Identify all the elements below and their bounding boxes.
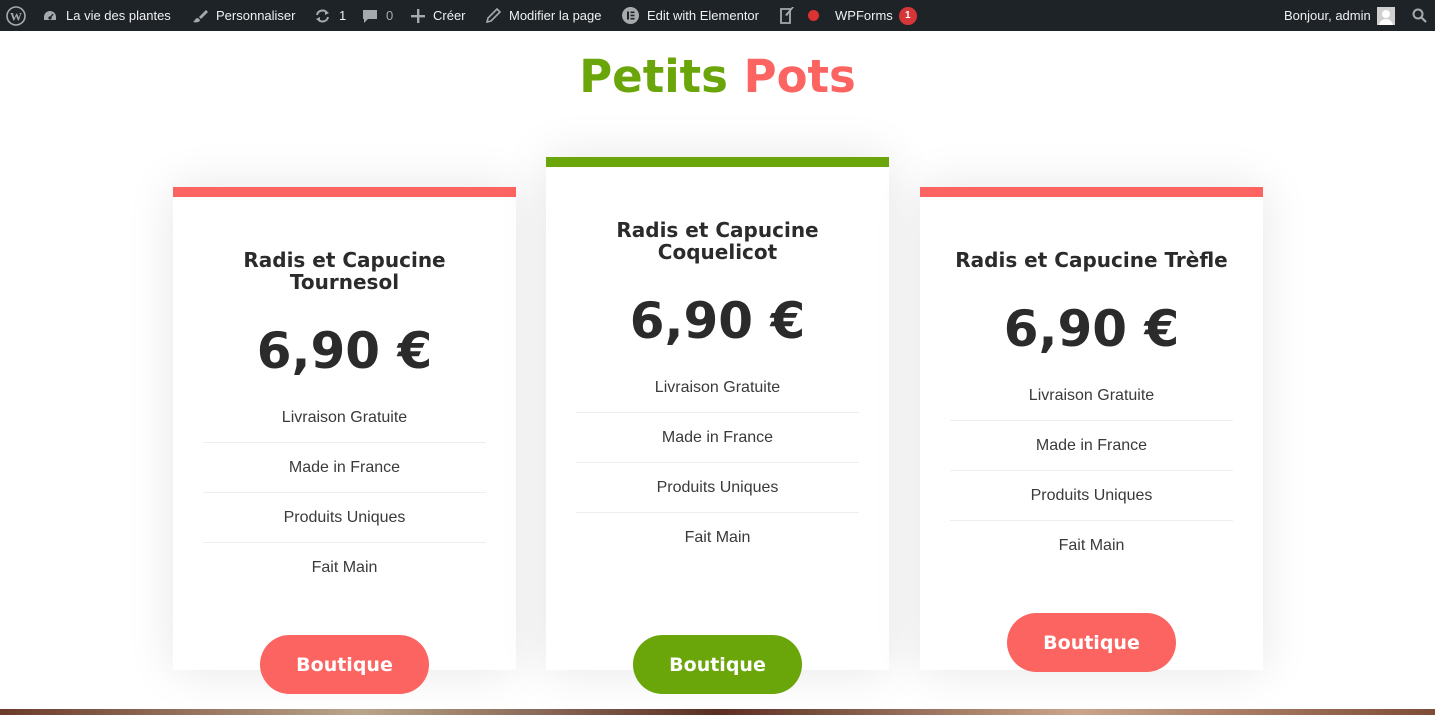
pricing-card-coquelicot: Radis et Capucine Coquelicot 6,90 € Livr… — [546, 157, 889, 670]
new-content-menu[interactable]: Créer — [411, 0, 466, 31]
customize-label: Personnaliser — [216, 8, 296, 23]
page-title-part1: Petits — [579, 50, 728, 103]
dashboard-icon — [42, 8, 58, 24]
feature-item: Fait Main — [1058, 537, 1125, 554]
svg-text:W: W — [10, 9, 22, 23]
admin-bar: W La vie des plantes Personnaliser 1 0 C… — [0, 0, 1435, 31]
feature-item: Fait Main — [684, 529, 751, 546]
updates-icon — [314, 8, 331, 24]
feature-item: Fait Main — [311, 559, 378, 576]
updates-link[interactable]: 1 — [314, 0, 346, 31]
account-menu[interactable]: Bonjour, admin — [1284, 0, 1395, 31]
feature-list: Livraison Gratuite Made in France Produi… — [203, 393, 486, 593]
page-title: Petits Pots — [0, 50, 1435, 103]
comment-icon — [362, 8, 378, 24]
feature-item: Livraison Gratuite — [950, 371, 1233, 421]
comments-count: 0 — [386, 8, 394, 23]
card-accent-bar — [546, 157, 889, 167]
feature-item: Made in France — [950, 421, 1233, 471]
yoast-icon — [779, 6, 796, 25]
brush-icon — [192, 8, 208, 24]
seo-status[interactable] — [808, 0, 819, 31]
pencil-icon — [486, 8, 501, 23]
customize-link[interactable]: Personnaliser — [192, 0, 296, 31]
new-content-label: Créer — [433, 8, 466, 23]
product-price: 6,90 € — [1003, 300, 1180, 358]
pricing-card-trefle: Radis et Capucine Trèfle 6,90 € Livraiso… — [920, 187, 1263, 670]
greeting-label: Bonjour, admin — [1284, 8, 1371, 23]
page-title-part2: Pots — [743, 50, 856, 103]
product-name: Radis et Capucine Tournesol — [243, 248, 446, 294]
product-name: Radis et Capucine Coquelicot — [616, 218, 819, 264]
site-name-menu[interactable]: La vie des plantes — [42, 0, 171, 31]
feature-item: Produits Uniques — [576, 463, 859, 513]
footer-image-strip — [0, 709, 1435, 715]
boutique-button[interactable]: Boutique — [1007, 613, 1176, 672]
feature-item: Produits Uniques — [203, 493, 486, 543]
comments-link[interactable]: 0 — [362, 0, 393, 31]
feature-item: Made in France — [203, 443, 486, 493]
boutique-button[interactable]: Boutique — [633, 635, 802, 694]
edit-page-label: Modifier la page — [509, 8, 602, 23]
status-dot-icon — [808, 10, 819, 21]
product-price: 6,90 € — [256, 322, 433, 380]
elementor-icon — [622, 7, 639, 24]
site-name-label: La vie des plantes — [66, 8, 171, 23]
card-accent-bar — [173, 187, 516, 197]
avatar — [1376, 6, 1395, 25]
wordpress-logo-icon: W — [6, 5, 26, 26]
feature-item: Livraison Gratuite — [576, 363, 859, 413]
product-price: 6,90 € — [629, 292, 806, 350]
admin-search[interactable] — [1412, 0, 1435, 31]
seo-menu[interactable] — [779, 0, 804, 31]
product-name: Radis et Capucine Trèfle — [955, 248, 1228, 272]
pricing-card-tournesol: Radis et Capucine Tournesol 6,90 € Livra… — [173, 187, 516, 670]
feature-list: Livraison Gratuite Made in France Produi… — [576, 363, 859, 563]
wpforms-label: WPForms — [835, 8, 893, 23]
card-accent-bar — [920, 187, 1263, 197]
plus-icon — [411, 8, 425, 23]
search-icon — [1412, 8, 1427, 23]
updates-count: 1 — [339, 8, 347, 23]
wpforms-notification-badge: 1 — [898, 6, 917, 25]
edit-page-link[interactable]: Modifier la page — [486, 0, 602, 31]
feature-list: Livraison Gratuite Made in France Produi… — [950, 371, 1233, 571]
wordpress-menu[interactable]: W — [6, 0, 34, 31]
feature-item: Produits Uniques — [950, 471, 1233, 521]
boutique-button[interactable]: Boutique — [260, 635, 429, 694]
edit-elementor-link[interactable]: Edit with Elementor — [622, 0, 759, 31]
wpforms-menu[interactable]: WPForms 1 — [835, 0, 917, 31]
edit-elementor-label: Edit with Elementor — [647, 8, 759, 23]
feature-item: Made in France — [576, 413, 859, 463]
feature-item: Livraison Gratuite — [203, 393, 486, 443]
